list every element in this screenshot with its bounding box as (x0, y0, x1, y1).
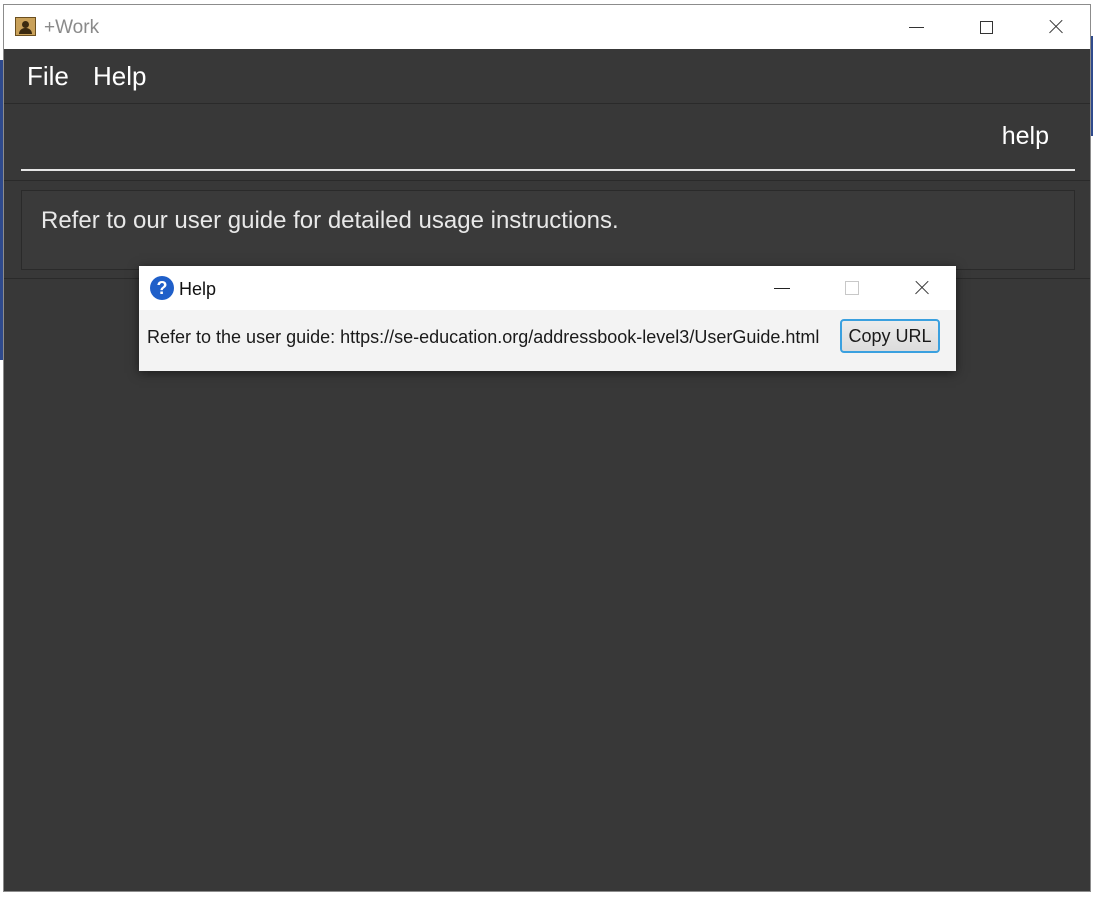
question-icon: ? (150, 276, 174, 300)
window-title: +Work (44, 17, 100, 38)
main-window: +Work File Help Refer to our user guide … (3, 4, 1091, 892)
close-icon (1047, 18, 1065, 36)
close-icon (913, 279, 931, 297)
minimize-button[interactable] (881, 5, 951, 49)
result-text: Refer to our user guide for detailed usa… (41, 207, 619, 234)
minimize-icon (908, 26, 924, 28)
maximize-icon (979, 20, 993, 34)
menu-bar: File Help (4, 49, 1090, 103)
app-icon (15, 17, 36, 36)
result-display-container: Refer to our user guide for detailed usa… (4, 181, 1090, 279)
menu-file[interactable]: File (27, 61, 69, 92)
help-dialog: ? Help Refer to the user guide: https://… (139, 266, 956, 371)
close-button[interactable] (1021, 5, 1091, 49)
maximize-icon (845, 281, 859, 295)
command-input[interactable] (21, 104, 1075, 171)
minimize-icon (774, 287, 790, 289)
copy-url-button[interactable]: Copy URL (840, 319, 940, 353)
help-dialog-title: Help (179, 279, 217, 299)
help-message: Refer to the user guide: https://se-educ… (147, 327, 820, 347)
window-titlebar[interactable]: +Work (4, 5, 1090, 49)
help-dialog-titlebar[interactable]: ? Help (139, 266, 956, 310)
menu-help[interactable]: Help (93, 61, 146, 92)
help-maximize-button (817, 266, 887, 310)
result-display[interactable]: Refer to our user guide for detailed usa… (21, 190, 1075, 270)
command-box (4, 103, 1090, 181)
help-close-button[interactable] (887, 266, 957, 310)
maximize-button[interactable] (951, 5, 1021, 49)
help-minimize-button[interactable] (747, 266, 817, 310)
